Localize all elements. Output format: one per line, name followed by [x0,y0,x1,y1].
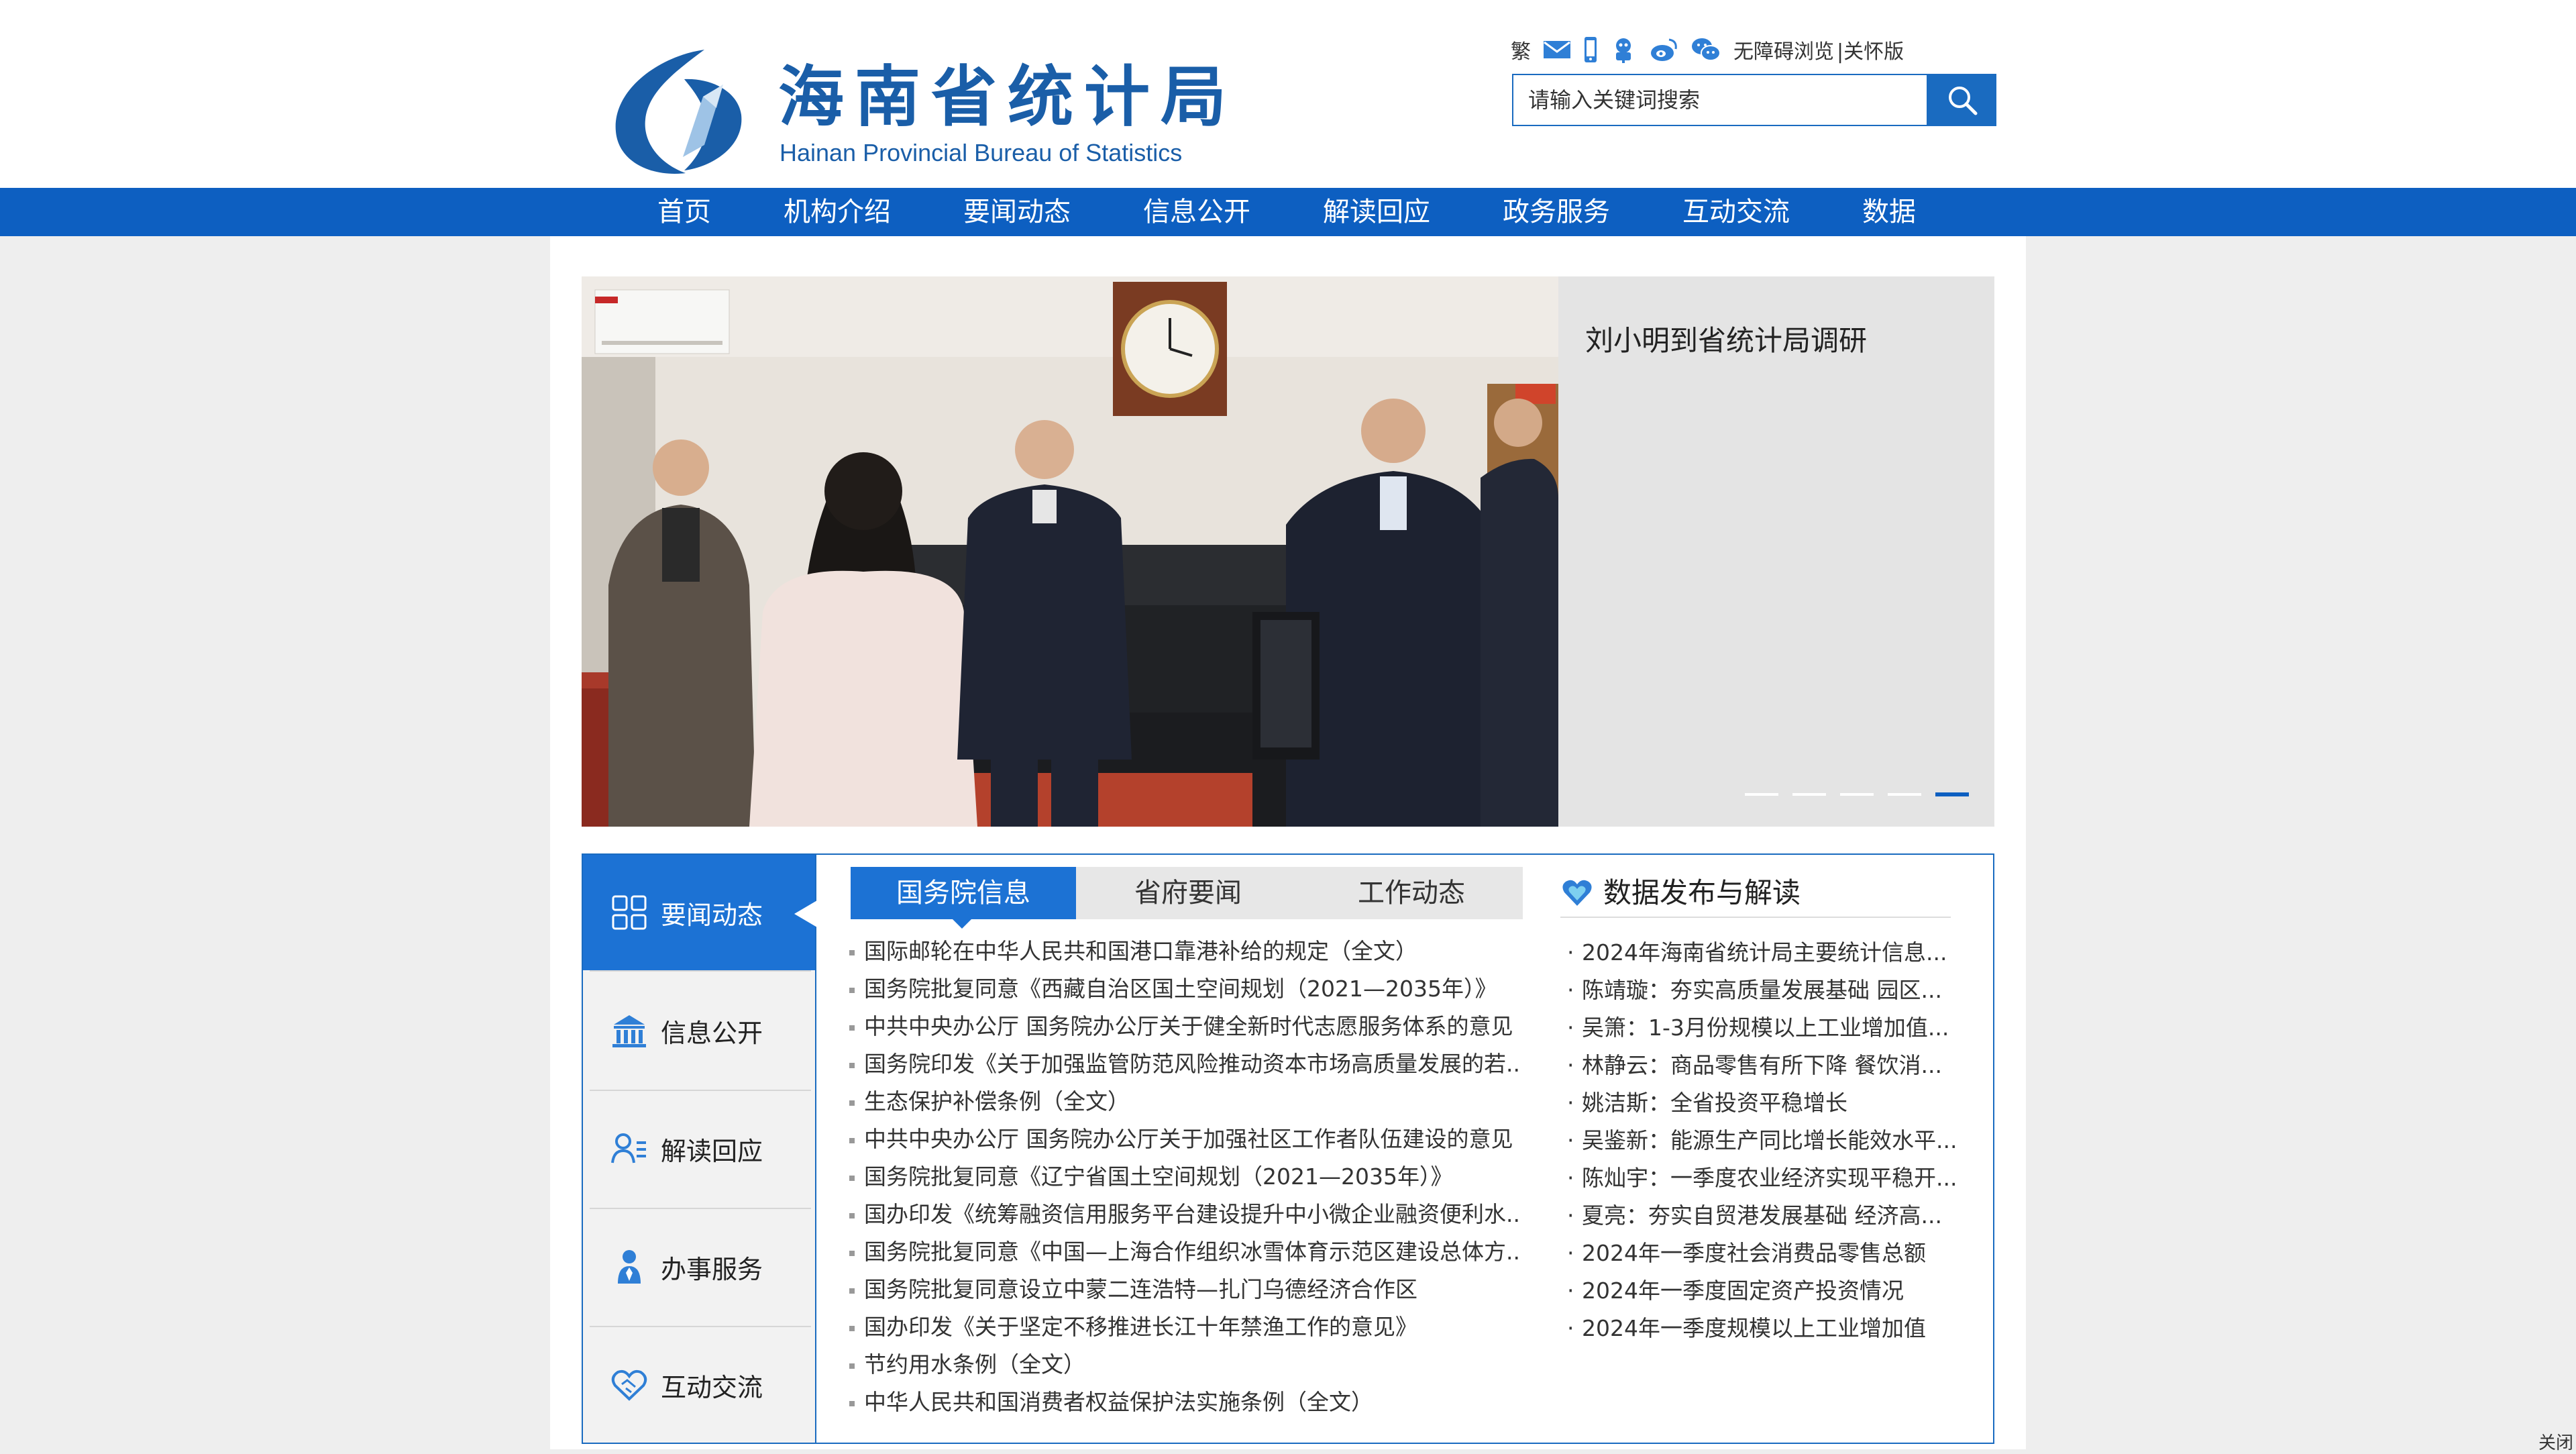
slide-caption[interactable]: 刘小明到省统计局调研 [1585,318,1867,359]
list-item[interactable]: 夏亮：夯实自贸港发展基础 经济高... [1567,1197,1956,1235]
slide-photo[interactable] [582,276,1558,827]
list-item[interactable]: 国务院批复同意设立中蒙二连浩特—扎门乌德经济合作区 [849,1271,1520,1308]
side-item-interaction[interactable]: 互动交流 [583,1327,815,1443]
slide-dot-2[interactable] [1792,793,1826,796]
active-indicator [794,900,817,927]
list-item[interactable]: 国务院印发《关于加强监管防范风险推动资本市场高质量发展的若... [849,1045,1520,1083]
list-item[interactable]: 中华人民共和国消费者权益保护法实施条例（全文） [849,1384,1520,1421]
list-item[interactable]: 林静云：商品零售有所下降 餐饮消... [1567,1047,1956,1084]
list-item[interactable]: 姚洁斯：全省投资平稳增长 [1567,1084,1956,1122]
side-menu: 要闻动态 信息公开 解读回应 办事服务 互动交流 [583,855,816,1443]
grid-icon [611,894,647,931]
data-section-title[interactable]: 数据发布与解读 [1603,871,1801,915]
slide-dot-1[interactable] [1745,793,1778,796]
slide-dot-4[interactable] [1888,793,1921,796]
slide-dot-3[interactable] [1840,793,1874,796]
list-item[interactable]: 吴鉴新：能源生产同比增长能效水平... [1567,1122,1956,1159]
list-item[interactable]: 中共中央办公厅 国务院办公厅关于健全新时代志愿服务体系的意见 [849,1008,1520,1045]
list-item[interactable]: 国务院批复同意《西藏自治区国土空间规划（2021—2035年）》 [849,970,1520,1008]
nav-home[interactable]: 首页 [657,188,711,236]
user-list-icon [611,1131,647,1167]
side-item-info-disclosure[interactable]: 信息公开 [583,973,815,1088]
list-item[interactable]: 国务院批复同意《辽宁省国土空间规划（2021—2035年）》 [849,1158,1520,1196]
side-item-label: 解读回应 [661,1136,763,1166]
news-slider: 刘小明到省统计局调研 [582,276,1994,827]
nav-news[interactable]: 要闻动态 [963,188,1071,236]
person-icon [611,1249,647,1285]
robot-icon[interactable] [1610,36,1637,63]
slide-dot-5[interactable] [1935,792,1969,796]
weibo-icon[interactable] [1649,37,1678,62]
top-tools: 繁 无障碍浏览 |关怀版 [1511,30,1904,70]
nav-gov-services[interactable]: 政务服务 [1503,188,1610,236]
search-box [1512,74,1928,126]
list-item[interactable]: 国际邮轮在中华人民共和国港口靠港补给的规定（全文） [849,933,1520,970]
nav-interpretation[interactable]: 解读回应 [1323,188,1430,236]
list-item[interactable]: 国办印发《关于坚定不移推进长江十年禁渔工作的意见》 [849,1308,1520,1346]
list-item[interactable]: 陈靖璇：夯实高质量发展基础 园区... [1567,972,1956,1009]
data-heart-icon [1562,880,1592,906]
side-item-interpretation[interactable]: 解读回应 [583,1091,815,1206]
tab-state-council[interactable]: 国务院信息 [851,867,1076,919]
side-item-label: 信息公开 [661,1018,763,1048]
building-icon [611,1012,647,1049]
handshake-icon [611,1367,647,1403]
search-button[interactable] [1928,74,1996,126]
accessibility-link[interactable]: 无障碍浏览 [1733,35,1834,64]
nav-about[interactable]: 机构介绍 [784,188,891,236]
list-item[interactable]: 国办印发《统筹融资信用服务平台建设提升中小微企业融资便利水... [849,1196,1520,1233]
list-item[interactable]: 节约用水条例（全文） [849,1346,1520,1384]
tab-provincial-news[interactable]: 省府要闻 [1076,867,1300,919]
list-item[interactable]: 生态保护补偿条例（全文） [849,1083,1520,1121]
nav-interaction[interactable]: 互动交流 [1682,188,1790,236]
mobile-icon[interactable] [1583,36,1598,63]
search-icon [1949,87,1978,115]
elder-mode-link[interactable]: |关怀版 [1837,35,1904,64]
search-input[interactable] [1513,75,1927,125]
site-title: 海南省统计局 [778,59,1238,136]
side-item-label: 办事服务 [661,1254,763,1284]
side-item-services[interactable]: 办事服务 [583,1209,815,1325]
list-item[interactable]: 陈灿宇：一季度农业经济实现平稳开... [1567,1159,1956,1197]
main-nav: 首页 机构介绍 要闻动态 信息公开 解读回应 政务服务 互动交流 数据 [0,188,2576,236]
nav-info-disclosure[interactable]: 信息公开 [1143,188,1250,236]
news-tabs: 国务院信息 省府要闻 工作动态 [851,867,1523,919]
side-item-label: 要闻动态 [661,900,763,930]
site-subtitle-en: Hainan Provincial Bureau of Statistics [780,139,1183,166]
wechat-icon[interactable] [1690,36,1721,63]
news-list: 国际邮轮在中华人民共和国港口靠港补给的规定（全文） 国务院批复同意《西藏自治区国… [849,933,1520,1421]
traditional-chinese-link[interactable]: 繁 [1511,35,1531,64]
list-item[interactable]: 中共中央办公厅 国务院办公厅关于加强社区工作者队伍建设的意见 [849,1121,1520,1158]
list-item[interactable]: 2024年一季度固定资产投资情况 [1567,1272,1956,1310]
list-item[interactable]: 国务院批复同意《中国—上海合作组织冰雪体育示范区建设总体方... [849,1233,1520,1271]
list-item[interactable]: 2024年一季度规模以上工业增加值 [1567,1310,1956,1347]
nav-data[interactable]: 数据 [1862,188,1916,236]
list-item[interactable]: 2024年海南省统计局主要统计信息... [1567,934,1956,972]
side-item-label: 互动交流 [661,1372,763,1402]
list-item[interactable]: 2024年一季度社会消费品零售总额 [1567,1235,1956,1272]
tab-pointer [953,919,971,929]
side-item-news[interactable]: 要闻动态 [583,855,815,970]
tab-work-updates[interactable]: 工作动态 [1300,867,1523,919]
data-list: 2024年海南省统计局主要统计信息... 陈靖璇：夯实高质量发展基础 园区...… [1567,934,1956,1347]
data-section-header: 数据发布与解读 [1560,871,1951,918]
close-button[interactable]: 关闭 [2538,1429,2573,1454]
divider [590,970,811,972]
list-item[interactable]: 吴箫：1-3月份规模以上工业增加值... [1567,1009,1956,1047]
header: 海南省统计局 Hainan Provincial Bureau of Stati… [0,0,2576,188]
mail-icon[interactable] [1543,40,1571,60]
logo-icon[interactable] [604,44,751,178]
